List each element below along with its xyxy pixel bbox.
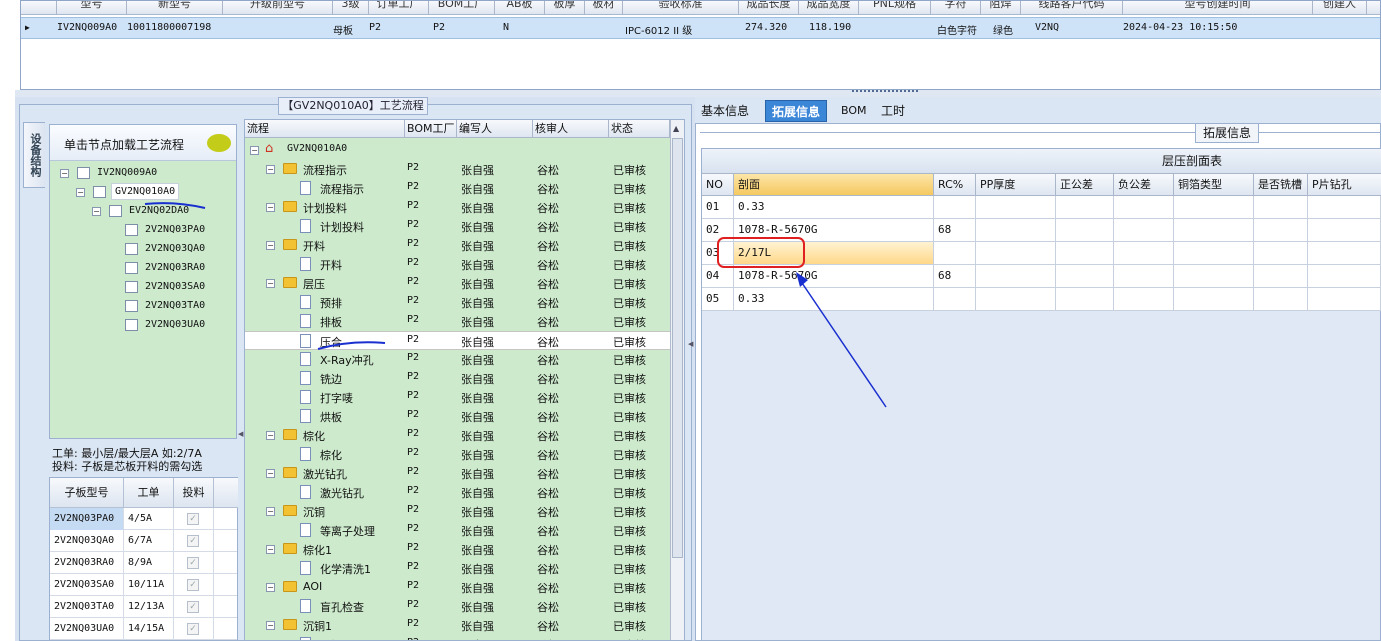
annotation-circle (717, 237, 805, 268)
annotation-arrow (799, 279, 887, 408)
annotation-underline (317, 341, 386, 350)
annotation-layer (144, 202, 887, 408)
collapse-right-icon[interactable]: ◀ (688, 340, 693, 348)
annotation-arrowhead (796, 272, 808, 287)
collapse-left-icon[interactable]: ◀ (238, 430, 243, 438)
annotation-underline (144, 202, 206, 209)
